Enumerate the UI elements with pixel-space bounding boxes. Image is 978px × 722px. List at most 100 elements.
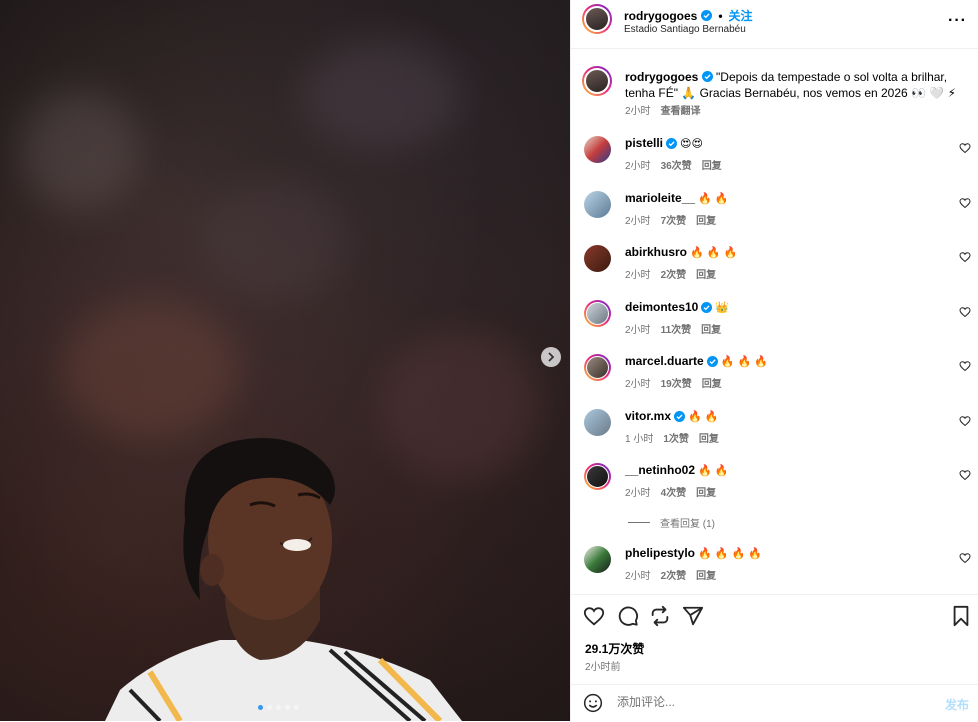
comment-username[interactable]: phelipestylo (625, 546, 695, 560)
carousel-dot (294, 705, 299, 710)
comment-avatar[interactable] (584, 463, 611, 490)
comment-time: 2小时 (625, 270, 651, 281)
player-photo (105, 438, 462, 721)
comment-item: pistelli 😍😍 2小时 36次赞 回复 (571, 136, 978, 176)
heart-icon[interactable] (959, 552, 971, 564)
reply-button[interactable]: 回复 (696, 266, 716, 281)
reply-button[interactable]: 回复 (696, 567, 716, 582)
comment-likes[interactable]: 36次赞 (661, 157, 692, 172)
replies-divider (628, 522, 650, 523)
comment-text: 🔥 🔥 (698, 192, 729, 205)
caption-time: 2小时 (625, 106, 651, 117)
comment-time: 2小时 (625, 161, 651, 172)
separator-dot: • (718, 8, 723, 23)
comment-likes[interactable]: 7次赞 (661, 212, 687, 227)
comment-username[interactable]: marioleite__ (625, 191, 695, 205)
comment-item: abirkhusro 🔥 🔥 🔥 2小时 2次赞 回复 (571, 245, 978, 285)
comment-avatar[interactable] (584, 546, 611, 573)
verified-badge-icon (706, 355, 718, 367)
post-location[interactable]: Estadio Santiago Bernabéu (624, 24, 746, 35)
comment-username[interactable]: __netinho02 (625, 463, 695, 477)
verified-badge-icon (701, 301, 713, 313)
emoji-icon[interactable] (583, 693, 603, 713)
more-options-icon[interactable]: ··· (948, 12, 967, 30)
comment-item: marioleite__ 🔥 🔥 2小时 7次赞 回复 (571, 191, 978, 231)
reply-button[interactable]: 回复 (701, 321, 721, 336)
post-media[interactable] (0, 0, 570, 721)
comment-likes[interactable]: 2次赞 (661, 567, 687, 582)
comment-avatar[interactable] (584, 191, 611, 218)
comment-item: deimontes10 👑 2小时 11次赞 回复 (571, 300, 978, 340)
comment-text: 😍😍 (680, 137, 703, 150)
verified-badge-icon (666, 137, 678, 149)
next-image-button[interactable] (541, 347, 561, 367)
author-avatar[interactable] (582, 4, 612, 34)
carousel-dot (258, 705, 263, 710)
heart-icon[interactable] (959, 360, 971, 372)
author-username[interactable]: rodrygogoes (624, 9, 697, 23)
heart-icon[interactable] (959, 142, 971, 154)
heart-icon[interactable] (583, 605, 605, 627)
comment-avatar[interactable] (584, 409, 611, 436)
post-comment-button[interactable]: 发布 (945, 696, 969, 713)
comment-avatar[interactable] (584, 354, 611, 381)
comment-text: 👑 (715, 301, 730, 314)
heart-icon[interactable] (959, 197, 971, 209)
send-icon[interactable] (682, 605, 704, 627)
caption-avatar[interactable] (582, 66, 612, 96)
reply-button[interactable]: 回复 (696, 484, 716, 499)
view-replies-button[interactable]: 查看回复 (1) (628, 515, 715, 530)
carousel-dot (267, 705, 272, 710)
comment-time: 2小时 (625, 216, 651, 227)
comment-likes[interactable]: 11次赞 (661, 321, 692, 336)
heart-icon[interactable] (959, 306, 971, 318)
comment-likes[interactable]: 2次赞 (661, 266, 687, 281)
verified-badge-icon (701, 10, 713, 21)
follow-button[interactable]: 关注 (729, 7, 753, 24)
heart-icon[interactable] (959, 415, 971, 427)
reply-button[interactable]: 回复 (696, 212, 716, 227)
comment-avatar[interactable] (584, 245, 611, 272)
comment-likes[interactable]: 4次赞 (661, 484, 687, 499)
carousel-indicator (258, 705, 299, 710)
share-icon[interactable] (649, 605, 671, 627)
next-arrow-icon (548, 352, 555, 362)
post-time[interactable]: 2小时前 (585, 658, 621, 673)
reply-button[interactable]: 回复 (699, 430, 719, 445)
heart-icon[interactable] (959, 251, 971, 263)
comment-username[interactable]: deimontes10 (625, 300, 698, 314)
comment-avatar[interactable] (584, 136, 611, 163)
comment-username[interactable]: vitor.mx (625, 409, 671, 423)
comment-text: 🔥 🔥 (688, 410, 719, 423)
reply-button[interactable]: 回复 (702, 375, 722, 390)
comment-time: 1 小时 (625, 434, 654, 445)
like-count[interactable]: 29.1万次赞 (585, 640, 644, 657)
reply-button[interactable]: 回复 (702, 157, 722, 172)
comment-time: 2小时 (625, 379, 651, 390)
comment-likes[interactable]: 1次赞 (663, 430, 689, 445)
carousel-dot (285, 705, 290, 710)
comment-icon[interactable] (617, 605, 639, 627)
see-translation-link[interactable]: 查看翻译 (661, 104, 701, 120)
bookmark-icon[interactable] (950, 605, 972, 627)
verified-badge-icon (674, 410, 686, 422)
comments-list[interactable]: rodrygogoes "Depois da tempestade o sol … (571, 50, 978, 594)
comment-time: 2小时 (625, 488, 651, 499)
comment-username[interactable]: marcel.duarte (625, 354, 704, 368)
comment-likes[interactable]: 19次赞 (661, 375, 692, 390)
comment-time: 2小时 (625, 325, 651, 336)
comment-text: 🔥 🔥 🔥 🔥 (698, 547, 762, 560)
post-side-panel: rodrygogoes • 关注 Estadio Santiago Bernab… (570, 0, 978, 721)
view-replies-label: 查看回复 (1) (660, 519, 715, 530)
comment-item: marcel.duarte 🔥 🔥 🔥 2小时 19次赞 回复 (571, 354, 978, 394)
comment-avatar[interactable] (584, 300, 611, 327)
comment-item: phelipestylo 🔥 🔥 🔥 🔥 2小时 2次赞 回复 (571, 546, 978, 586)
comment-item: __netinho02 🔥 🔥 2小时 4次赞 回复 (571, 463, 978, 503)
post-modal: rodrygogoes • 关注 Estadio Santiago Bernab… (0, 0, 978, 721)
comment-username[interactable]: pistelli (625, 136, 663, 150)
post-actions: 29.1万次赞 2小时前 发布 (571, 594, 978, 721)
caption-username[interactable]: rodrygogoes (625, 70, 698, 84)
comment-input[interactable] (617, 695, 917, 709)
heart-icon[interactable] (959, 469, 971, 481)
comment-username[interactable]: abirkhusro (625, 245, 687, 259)
